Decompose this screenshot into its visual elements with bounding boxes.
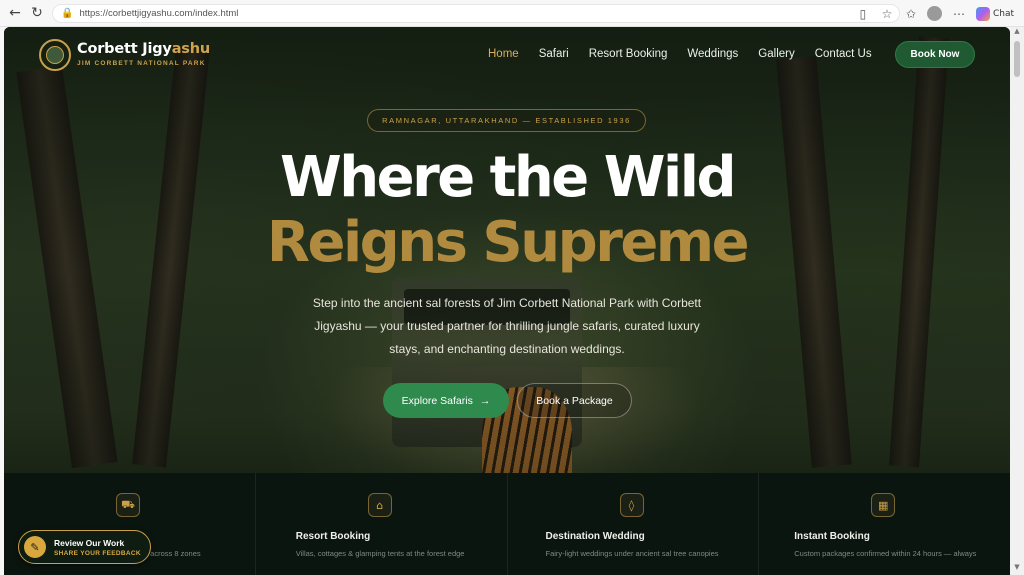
hero-headline-2: Reigns Supreme	[266, 210, 750, 275]
location-pill: RAMNAGAR, UTTARAKHAND — ESTABLISHED 1936	[367, 109, 646, 132]
feature-instant-booking[interactable]: ▦ Instant Booking Custom packages confir…	[759, 473, 1010, 575]
book-package-button[interactable]: Book a Package	[517, 383, 632, 418]
scroll-down-icon[interactable]: ▼	[1010, 563, 1024, 575]
drop-icon: ◊	[619, 493, 644, 517]
pen-icon: ✎	[24, 536, 46, 558]
site-nav: Home Safari Resort Booking Weddings Gall…	[488, 48, 872, 60]
nav-gallery[interactable]: Gallery	[758, 48, 794, 60]
scrollbar-thumb[interactable]	[1014, 41, 1020, 77]
nav-weddings[interactable]: Weddings	[687, 48, 738, 60]
explore-safaris-button[interactable]: Explore Safaris →	[383, 383, 509, 418]
scroll-up-icon[interactable]: ▲	[1010, 27, 1024, 39]
explore-safaris-label: Explore Safaris	[401, 394, 473, 407]
feature-destination-wedding[interactable]: ◊ Destination Wedding Fairy-light weddin…	[508, 473, 760, 575]
brand[interactable]: Corbett Jigyashu JIM CORBETT NATIONAL PA…	[77, 41, 210, 67]
favorite-icon[interactable]: ☆	[876, 3, 898, 25]
feature-title: Instant Booking	[794, 531, 870, 542]
browser-toolbar: ← ↻ 🔒 https://corbettjigyashu.com/index.…	[0, 0, 1024, 27]
hero-lead: Step into the ancient sal forests of Jim…	[312, 296, 702, 356]
nav-home[interactable]: Home	[488, 48, 519, 60]
review-title: Review Our Work	[54, 537, 125, 548]
book-now-button[interactable]: Book Now	[895, 41, 975, 68]
chat-label: Chat	[992, 8, 1014, 19]
address-bar[interactable]: 🔒 https://corbettjigyashu.com/index.html	[52, 4, 900, 23]
home-icon: ⌂	[367, 493, 392, 517]
arrow-right-icon: →	[479, 394, 491, 407]
feature-desc: Villas, cottages & glamping tents at the…	[295, 549, 465, 558]
jeep-icon: ⛟	[116, 493, 140, 517]
nav-safari[interactable]: Safari	[539, 48, 569, 60]
calendar-icon: ▦	[871, 493, 896, 517]
favorites-list-icon[interactable]: ✩	[900, 3, 922, 25]
page-viewport: Corbett Jigyashu JIM CORBETT NATIONAL PA…	[4, 27, 1010, 575]
refresh-icon[interactable]: ↻	[26, 2, 48, 24]
copilot-button[interactable]: Chat	[972, 3, 1018, 25]
feature-title: Resort Booking	[295, 531, 371, 542]
nav-contact-us[interactable]: Contact Us	[815, 48, 872, 60]
page-scrollbar[interactable]: ▲ ▼	[1010, 27, 1024, 575]
lock-icon: 🔒	[61, 8, 74, 19]
more-icon[interactable]: ⋯	[948, 3, 970, 25]
features-strip: ⛟ aris across 8 zones ⌂ Resort Booking V…	[4, 473, 1010, 575]
feature-title: Destination Wedding	[545, 531, 645, 542]
site-logo[interactable]	[39, 39, 71, 71]
url-text: https://corbettjigyashu.com/index.html	[79, 8, 239, 19]
review-subtitle: SHARE YOUR FEEDBACK	[54, 549, 141, 557]
back-icon[interactable]: ←	[4, 2, 26, 24]
profile-avatar[interactable]	[924, 3, 946, 25]
nav-resort-booking[interactable]: Resort Booking	[589, 48, 668, 60]
hero-headline-1: Where the Wild	[279, 145, 737, 210]
copilot-icon	[975, 6, 990, 21]
feature-desc: Fairy-light weddings under ancient sal t…	[545, 549, 719, 558]
brand-name: Corbett Jigyashu	[77, 41, 210, 57]
brand-tagline: JIM CORBETT NATIONAL PARK	[77, 60, 206, 67]
reader-mode-icon[interactable]: ▯	[852, 3, 874, 25]
feature-desc: Custom packages confirmed within 24 hour…	[794, 549, 977, 558]
feature-resort-booking[interactable]: ⌂ Resort Booking Villas, cottages & glam…	[256, 473, 508, 575]
review-our-work-button[interactable]: ✎ Review Our Work SHARE YOUR FEEDBACK	[18, 530, 151, 564]
